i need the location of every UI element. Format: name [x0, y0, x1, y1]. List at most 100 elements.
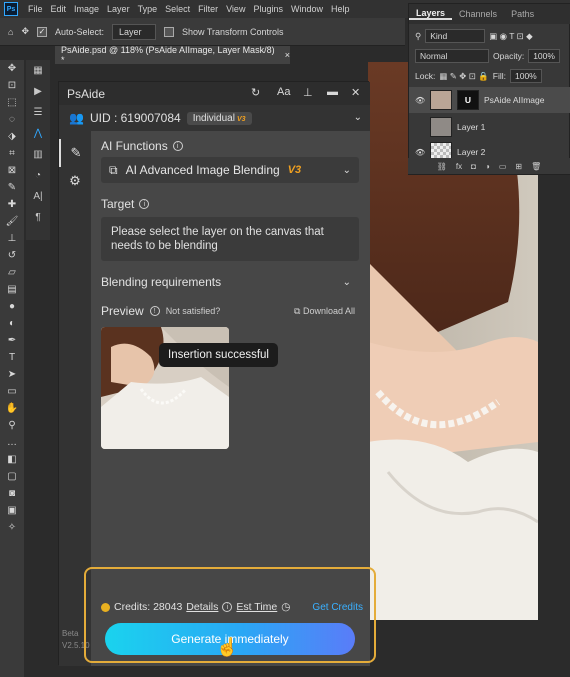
- menu-filter[interactable]: Filter: [194, 4, 222, 14]
- document-tab[interactable]: PsAide.psd @ 118% (PsAide AIImage, Layer…: [55, 45, 290, 65]
- blend-mode-dropdown[interactable]: Normal: [415, 49, 489, 63]
- refresh-icon[interactable]: ↻: [251, 86, 260, 99]
- lasso-tool-icon[interactable]: ◌: [0, 111, 24, 128]
- opacity-field[interactable]: 100%: [528, 49, 560, 63]
- menu-help[interactable]: Help: [327, 4, 354, 14]
- history-brush-icon[interactable]: ↺: [0, 247, 24, 264]
- fill-field[interactable]: 100%: [510, 69, 542, 83]
- show-transform-checkbox[interactable]: [164, 26, 175, 37]
- menu-view[interactable]: View: [222, 4, 249, 14]
- close-tab-icon[interactable]: ×: [285, 50, 290, 60]
- menu-layer[interactable]: Layer: [103, 4, 134, 14]
- layer-row[interactable]: 👁 U PsAide AIImage: [409, 87, 570, 113]
- pen-tool-icon[interactable]: ✒: [0, 332, 24, 349]
- info-icon[interactable]: !: [149, 306, 160, 316]
- plan-badge: Individual V3: [186, 111, 252, 125]
- info-icon[interactable]: i: [139, 199, 150, 209]
- layer-thumbnail: [430, 90, 452, 110]
- lock-icons[interactable]: ▦ ✎ ✥ ⊡ 🔒: [439, 71, 488, 82]
- frame-tool-icon[interactable]: ⊠: [0, 162, 24, 179]
- object-select-tool-icon[interactable]: ⬗: [0, 128, 24, 145]
- hand-tool-icon[interactable]: ✋: [0, 400, 24, 417]
- target-message-box: Please select the layer on the canvas th…: [101, 217, 359, 261]
- marquee-tool-icon[interactable]: ⬚: [0, 94, 24, 111]
- blending-requirements-row[interactable]: Blending requirements ⌄: [101, 269, 359, 295]
- ai-function-dropdown[interactable]: ⧉ AI Advanced Image Blending V3 ⌄: [101, 157, 359, 183]
- chevron-down-icon[interactable]: ⌄: [354, 112, 362, 123]
- menu-image[interactable]: Image: [70, 4, 103, 14]
- link-icon[interactable]: ⛓: [437, 162, 447, 171]
- menu-window[interactable]: Window: [287, 4, 327, 14]
- account-row[interactable]: 👥 UID : 619007084 Individual V3 ⌄: [59, 105, 370, 131]
- chevron-down-icon[interactable]: ⌄: [343, 277, 351, 288]
- tab-layers[interactable]: Layers: [409, 8, 453, 20]
- new-layer-icon[interactable]: ⊞: [515, 162, 522, 171]
- psaide-plugin-icon[interactable]: ⋀: [26, 123, 50, 144]
- tab-paths[interactable]: Paths: [504, 9, 541, 19]
- download-icon: ⧉: [294, 305, 301, 316]
- move-tool-icon[interactable]: ✥: [21, 26, 29, 37]
- menu-edit[interactable]: Edit: [47, 4, 71, 14]
- properties-panel-icon[interactable]: ☰: [26, 102, 50, 123]
- edit-icon[interactable]: ✎: [59, 139, 91, 167]
- more-tools-icon[interactable]: …: [0, 434, 24, 451]
- paragraph-panel-icon[interactable]: ¶: [26, 207, 50, 228]
- adjustment-icon[interactable]: ◑: [485, 162, 490, 171]
- move-tool-icon[interactable]: ✥: [0, 60, 24, 77]
- settings-icon[interactable]: ⚙: [59, 167, 91, 195]
- healing-tool-icon[interactable]: ✚: [0, 196, 24, 213]
- adjustments-panel-icon[interactable]: ▥: [26, 144, 50, 165]
- not-satisfied-link[interactable]: Not satisfied?: [166, 306, 221, 316]
- group-icon[interactable]: ▭: [499, 162, 507, 171]
- blending-requirements-label: Blending requirements: [101, 275, 222, 289]
- kind-filter-dropdown[interactable]: Kind: [425, 29, 486, 43]
- dodge-tool-icon[interactable]: ◐: [0, 315, 24, 332]
- artboard-tool-icon[interactable]: ⊡: [0, 77, 24, 94]
- pin-icon[interactable]: ⊥: [303, 86, 313, 99]
- menu-select[interactable]: Select: [161, 4, 194, 14]
- menu-type[interactable]: Type: [134, 4, 162, 14]
- chevron-down-icon[interactable]: ⌄: [343, 165, 351, 176]
- gradient-tool-icon[interactable]: ▤: [0, 281, 24, 298]
- home-icon[interactable]: ⌂: [8, 27, 13, 37]
- screen-mode-icon[interactable]: ▣: [0, 502, 24, 519]
- eyedropper-tool-icon[interactable]: ✎: [0, 179, 24, 196]
- zoom-tool-icon[interactable]: ⚲: [0, 417, 24, 434]
- auto-select-checkbox[interactable]: ✓: [36, 26, 47, 37]
- brush-tool-icon[interactable]: 🖌: [0, 213, 24, 230]
- info-icon[interactable]: i: [172, 141, 183, 151]
- path-select-tool-icon[interactable]: ➤: [0, 366, 24, 383]
- rectangle-tool-icon[interactable]: ▭: [0, 383, 24, 400]
- character-panel-icon[interactable]: A|: [26, 186, 50, 207]
- quick-mask-icon[interactable]: ◙: [0, 485, 24, 502]
- menu-file[interactable]: File: [24, 4, 47, 14]
- eye-icon[interactable]: 👁: [415, 96, 425, 105]
- menu-plugins[interactable]: Plugins: [249, 4, 287, 14]
- layer-row[interactable]: Layer 1: [409, 116, 570, 138]
- color-swatches-icon[interactable]: ◧: [0, 451, 24, 468]
- auto-select-dropdown[interactable]: Layer: [112, 23, 157, 40]
- trash-icon[interactable]: 🗑: [531, 162, 541, 171]
- search-icon: ⚲: [415, 30, 422, 41]
- history-panel-icon[interactable]: ▦: [26, 60, 50, 81]
- font-size-icon[interactable]: Aa: [277, 86, 290, 98]
- stamp-tool-icon[interactable]: ⊥: [0, 230, 24, 247]
- minimize-icon[interactable]: ▬: [327, 86, 338, 98]
- actions-panel-icon[interactable]: ▶: [26, 81, 50, 102]
- crop-tool-icon[interactable]: ⌗: [0, 145, 24, 162]
- color-panel-icon[interactable]: ◔: [26, 165, 50, 186]
- edit-toolbar-icon[interactable]: ▢: [0, 468, 24, 485]
- eraser-tool-icon[interactable]: ▱: [0, 264, 24, 281]
- blur-tool-icon[interactable]: ●: [0, 298, 24, 315]
- close-icon[interactable]: ✕: [351, 86, 360, 99]
- tab-channels[interactable]: Channels: [452, 9, 504, 19]
- eye-icon[interactable]: 👁: [415, 148, 425, 157]
- right-scroll-area[interactable]: [540, 175, 570, 677]
- download-all-button[interactable]: ⧉ Download All: [294, 306, 355, 317]
- generative-icon[interactable]: ✧: [0, 519, 24, 536]
- mask-icon[interactable]: ◘: [471, 162, 476, 171]
- layer-mask-thumbnail: U: [457, 90, 479, 110]
- filter-icons[interactable]: ▣ ◉ T ⊡ ◆: [489, 31, 532, 42]
- fx-icon[interactable]: fx: [456, 162, 462, 171]
- type-tool-icon[interactable]: T: [0, 349, 24, 366]
